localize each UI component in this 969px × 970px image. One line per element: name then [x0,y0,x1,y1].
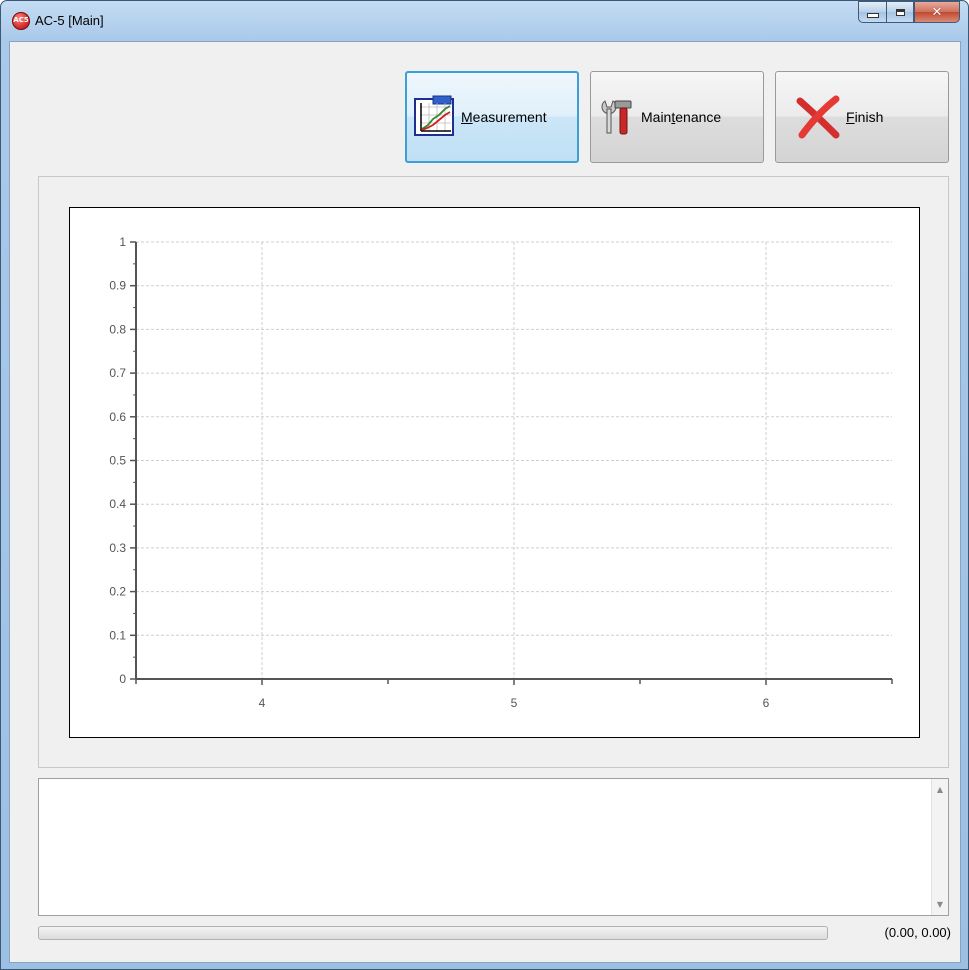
measurement-label: Measurement [461,109,547,125]
x-tick-label: 4 [259,696,266,710]
minimize-icon [866,12,879,18]
client-area: Measurement Maintenance Finish 0 0.1 0.2… [9,41,961,963]
minimize-button[interactable] [858,1,886,23]
main-window: AC5 AC-5 [Main] ✕ Measurement Maintenanc… [0,0,969,970]
y-tick-label: 0.9 [109,279,126,293]
maximize-icon [895,8,905,16]
y-tick-label: 0.6 [109,410,126,424]
y-tick-label: 0 [119,672,126,686]
maximize-button[interactable] [886,1,914,23]
y-tick-label: 0.7 [109,366,126,380]
y-tick-label: 0.1 [109,628,126,642]
finish-button[interactable]: Finish [775,71,949,163]
app-logo-text: AC5 [13,16,29,24]
log-scrollbar[interactable]: ▲ ▼ [931,779,948,915]
line-chart: 0 0.1 0.2 0.3 0.4 0.5 0.6 0.7 0.8 0.9 1 4 5 6 [109,235,893,710]
maintenance-label: Maintenance [641,109,722,125]
finish-label: Finish [846,109,884,125]
y-tick-label: 0.5 [109,454,126,468]
scroll-down-icon[interactable]: ▼ [932,900,948,909]
close-window-button[interactable]: ✕ [914,1,960,23]
log-textbox[interactable]: ▲ ▼ [38,778,949,916]
close-x-icon [794,95,842,139]
scroll-up-icon[interactable]: ▲ [932,785,948,794]
y-tick-label: 0.3 [109,541,126,555]
close-icon: ✕ [931,4,943,20]
app-logo-icon[interactable]: AC5 [12,12,30,30]
tools-icon [597,95,637,139]
x-tick-label: 5 [511,696,518,710]
maintenance-button[interactable]: Maintenance [590,71,764,163]
y-tick-label: 0.2 [109,585,126,599]
x-tick-label: 6 [763,696,770,710]
y-tick-label: 1 [119,235,126,249]
chart-panel: 0 0.1 0.2 0.3 0.4 0.5 0.6 0.7 0.8 0.9 1 4 5 6 [38,176,949,768]
caption-buttons: ✕ [858,1,960,23]
y-tick-label: 0.8 [109,322,126,336]
progress-bar [38,926,828,940]
coordinates-readout: (0.00, 0.00) [884,925,952,940]
title-bar[interactable]: AC5 AC-5 [Main] ✕ [1,1,968,41]
measurement-button[interactable]: Measurement [405,71,579,163]
window-title: AC-5 [Main] [35,13,104,28]
y-tick-label: 0.4 [109,497,126,511]
log-text [39,779,948,787]
chart-icon [413,95,457,139]
chart-area[interactable]: 0 0.1 0.2 0.3 0.4 0.5 0.6 0.7 0.8 0.9 1 4 5 6 [69,207,920,738]
